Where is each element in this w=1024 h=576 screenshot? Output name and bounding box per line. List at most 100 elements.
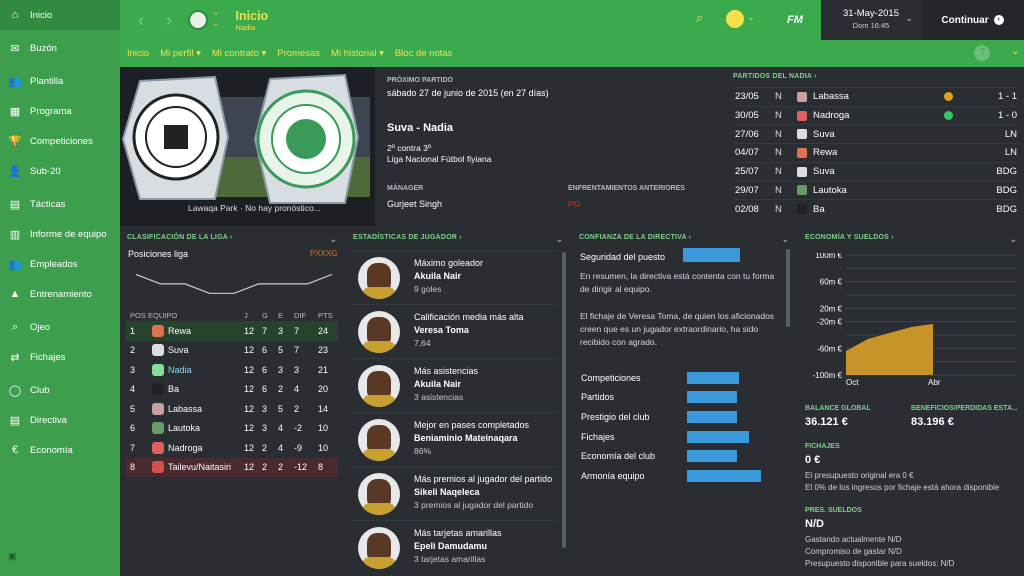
matches-header[interactable]: PARTIDOS DEL NADIA › (733, 73, 817, 80)
fm-menu-button[interactable]: FM (773, 0, 817, 40)
column-header[interactable]: POS (130, 311, 146, 320)
table-cell-team[interactable]: Rewa (168, 326, 191, 336)
stat-label: Más asistencias (414, 366, 479, 376)
sidebar-item-club[interactable]: ◯ Club (0, 375, 120, 405)
club-crest-icon (152, 383, 164, 396)
fixture-row[interactable]: 30/05 N Nadroga 1 - 0 (735, 105, 1017, 125)
sidebar-item-economía[interactable]: € Economía (0, 435, 120, 465)
continue-label: Continuar (941, 14, 989, 26)
chevron-down-icon[interactable]: ⌄ (1011, 46, 1019, 57)
table-row[interactable]: 3 Nadia 12 6 3 3 21 (126, 360, 338, 380)
fixture-row[interactable]: 02/08 N Ba BDG (735, 199, 1017, 218)
continue-button[interactable]: Continuar › (921, 0, 1024, 40)
table-row[interactable]: 2 Suva 12 6 5 7 23 (126, 341, 338, 361)
table-cell-team[interactable]: Labassa (168, 404, 202, 414)
table-row[interactable]: 1 Rewa 12 7 3 7 24 (126, 321, 338, 341)
club-badge-icon[interactable] (188, 10, 208, 30)
sidebar-item-ojeo[interactable]: ⌕ Ojeo (0, 312, 120, 342)
subnav-tab[interactable]: Bloc de notas (395, 48, 453, 59)
stat-player[interactable]: Sikeli Naqeleca (414, 487, 564, 497)
column-header[interactable]: EQUIPO (148, 311, 177, 320)
sidebar-item-label: Programa (30, 105, 72, 117)
board-scrollbar[interactable] (786, 249, 790, 327)
column-header[interactable]: J (244, 311, 248, 320)
job-security-bar (683, 248, 740, 262)
sidebar-item-programa[interactable]: ▦ Programa (0, 96, 120, 126)
table-cell-team[interactable]: Tailevu/Naitasiri (168, 462, 231, 472)
sidebar-item-buzón[interactable]: ✉ Buzón (0, 33, 120, 63)
sidebar-item-tácticas[interactable]: ▤ Tácticas (0, 189, 120, 219)
league-header[interactable]: CLASIFICACIÓN DE LA LIGA › (127, 234, 232, 245)
forward-arrow-icon[interactable]: › (166, 10, 172, 31)
player-stat-item[interactable]: Máximo goleador Akuila Nair 9 goles (352, 250, 558, 304)
player-stat-item[interactable]: Mejor en pases completados Beniaminio Mat… (352, 412, 558, 466)
subnav-tab[interactable]: Inicio (127, 48, 149, 59)
stat-player[interactable]: Beniaminio Mateinaqara (414, 433, 564, 443)
club-crest-icon (797, 166, 807, 177)
venue-text: Lawaqa Park · No hay pronóstico... (188, 203, 321, 213)
subnav-tab[interactable]: Mi contrato ▾ (212, 48, 266, 59)
fixture-row[interactable]: 29/07 N Lautoka BDG (735, 180, 1017, 200)
player-stat-item[interactable]: Más premios al jugador del partido Sikeli… (352, 466, 558, 520)
chevron-down-icon[interactable]: ⌄ (555, 234, 563, 245)
sidebar-item-fichajes[interactable]: ⇄ Fichajes (0, 342, 120, 372)
column-header[interactable]: PTS (318, 311, 333, 320)
date-box[interactable]: 31-May-2015 Dom 16:45 ⌄ (821, 0, 921, 40)
subnav-tab[interactable]: Mi perfil ▾ (160, 48, 201, 59)
stat-player[interactable]: Akuila Nair (414, 379, 564, 389)
table-row[interactable]: 7 Nadroga 12 2 4 -9 10 (126, 438, 338, 458)
table-cell-team[interactable]: Nadia (168, 365, 192, 375)
player-stats-header[interactable]: ESTADÍSTICAS DE JUGADOR › (353, 234, 462, 245)
table-cell-team[interactable]: Lautoka (168, 423, 200, 433)
fixture-row[interactable]: 04/07 N Rewa LN (735, 143, 1017, 162)
fixture-opponent: Suva (813, 166, 835, 178)
table-cell-team[interactable]: Suva (168, 345, 189, 355)
chevron-down-icon[interactable]: ⌄ (329, 234, 337, 245)
sidebar-item-empleados[interactable]: 👥 Empleados (0, 249, 120, 279)
sidebar-item-sub-20[interactable]: 👤 Sub-20 (0, 156, 120, 186)
club-switch-icon[interactable]: ⌃ ⌄ (212, 12, 220, 28)
search-icon[interactable]: ⌕ (696, 10, 703, 26)
fixture-row[interactable]: 23/05 N Labassa 1 - 1 (735, 87, 1017, 106)
fixture-row[interactable]: 25/07 N Suva BDG (735, 161, 1017, 181)
column-header[interactable]: E (278, 311, 283, 320)
finances-header[interactable]: ECONOMÍA Y SUELDOS › (805, 234, 894, 245)
player-shirt-icon (362, 557, 396, 569)
table-cell-j: 12 (244, 384, 255, 395)
board-header[interactable]: CONFIANZA DE LA DIRECTIVA › (579, 234, 691, 245)
sidebar-item-inicio[interactable]: ⌂ Inicio (0, 0, 120, 30)
globe-icon[interactable] (726, 10, 744, 28)
staff-icon: 👥 (8, 258, 22, 271)
player-stat-item[interactable]: Calificación media más alta Veresa Toma 7,… (352, 304, 558, 358)
sidebar-item-directiva[interactable]: ▤ Directiva (0, 405, 120, 435)
stat-player[interactable]: Akuila Nair (414, 271, 564, 281)
next-match-panel[interactable]: PRÓXIMO PARTIDO sábado 27 de junio de 20… (380, 67, 725, 226)
table-cell-team[interactable]: Nadroga (168, 443, 203, 453)
board-bar-label: Prestigio del club (581, 411, 650, 422)
sidebar-item-entrenamiento[interactable]: ▲ Entrenamiento (0, 279, 120, 309)
table-row[interactable]: 5 Labassa 12 3 5 2 14 (126, 399, 338, 419)
stat-player[interactable]: Epeli Damudamu (414, 541, 564, 551)
table-row[interactable]: 6 Lautoka 12 3 4 -2 10 (126, 419, 338, 439)
sidebar-item-informe-de-equipo[interactable]: ▥ Informe de equipo (0, 219, 120, 249)
back-arrow-icon[interactable]: ‹ (138, 10, 144, 31)
fixture-row[interactable]: 27/06 N Suva LN (735, 124, 1017, 143)
transfers-text: El 0% de los ingresos por fichaje está a… (805, 483, 1000, 492)
stat-value: 3 asistencias (414, 392, 464, 402)
sidebar-item-competiciones[interactable]: 🏆 Competiciones (0, 126, 120, 156)
subnav-tab[interactable]: Promesas (277, 48, 320, 59)
table-row[interactable]: 8 Tailevu/Naitasiri 12 2 2 -12 8 (126, 457, 338, 477)
column-header[interactable]: G (262, 311, 268, 320)
table-row[interactable]: 4 Ba 12 6 2 4 20 (126, 380, 338, 400)
subnav-tab[interactable]: Mi historial ▾ (331, 48, 384, 59)
table-cell-team[interactable]: Ba (168, 384, 179, 394)
player-stat-item[interactable]: Más asistencias Akuila Nair 3 asistencias (352, 358, 558, 412)
column-header[interactable]: DIF (294, 311, 306, 320)
chevron-down-icon[interactable]: ⌄ (747, 12, 755, 23)
chevron-down-icon[interactable]: ⌄ (781, 234, 789, 245)
chevron-down-icon[interactable]: ⌄ (1009, 234, 1017, 245)
stat-player[interactable]: Veresa Toma (414, 325, 564, 335)
help-icon[interactable]: ? (974, 45, 990, 61)
player-stat-item[interactable]: Más tarjetas amarillas Epeli Damudamu 3 ta… (352, 520, 558, 574)
sidebar-item-plantilla[interactable]: 👥 Plantilla (0, 66, 120, 96)
